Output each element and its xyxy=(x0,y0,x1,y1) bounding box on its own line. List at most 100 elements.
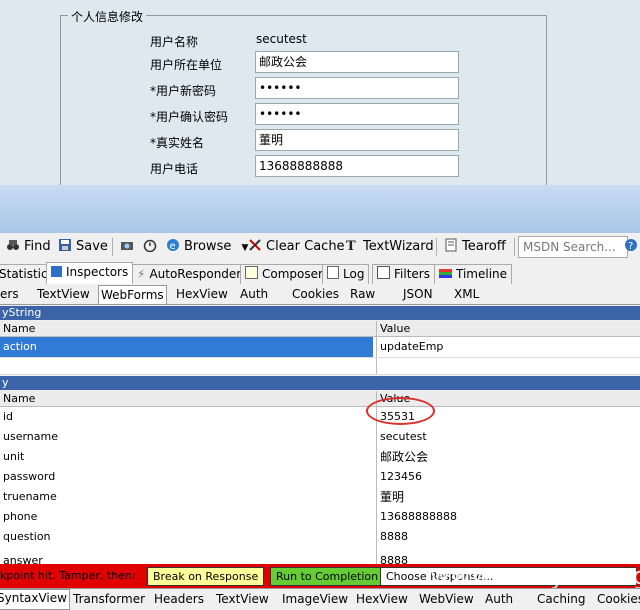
param-value[interactable]: 邮政公会 xyxy=(376,447,640,467)
param-value[interactable]: secutest xyxy=(376,427,640,447)
param-name[interactable]: answer xyxy=(0,547,373,564)
log-icon xyxy=(327,266,339,279)
browse-button[interactable]: e Browse ▼ xyxy=(166,234,248,260)
param-name[interactable]: phone xyxy=(0,507,373,527)
tearoff-icon xyxy=(445,238,457,252)
tab-imageview[interactable]: ImageView xyxy=(282,591,348,608)
tab-caching[interactable]: Caching xyxy=(537,591,586,608)
confirm-password-label: *用户确认密码 xyxy=(150,110,229,124)
main-tabs: Statistics Inspectors ⚡ AutoResponder Com… xyxy=(0,262,640,285)
screenshot-button[interactable] xyxy=(120,234,138,260)
querystring-col-name: Name xyxy=(3,322,36,335)
tab-webforms[interactable]: WebForms xyxy=(98,285,167,305)
truename-label: *真实姓名 xyxy=(150,136,205,150)
msdn-search-input[interactable]: MSDN Search... xyxy=(518,236,628,258)
unit-label: 用户所在单位 xyxy=(150,58,223,72)
tab-transformer[interactable]: Transformer xyxy=(73,591,145,608)
save-icon xyxy=(59,239,71,251)
table-row-empty[interactable] xyxy=(0,358,640,375)
tab-textview-response[interactable]: TextView xyxy=(216,591,269,608)
table-row[interactable]: password 123456 xyxy=(0,467,640,488)
tab-syntaxview[interactable]: SyntaxView xyxy=(0,589,70,610)
tab-timeline[interactable]: Timeline xyxy=(434,264,513,284)
toolbar-separator xyxy=(514,238,515,256)
param-name[interactable]: truename xyxy=(0,487,373,507)
timer-button[interactable] xyxy=(143,234,161,260)
breakpoint-message: kpoint hit. Tamper, then: xyxy=(0,569,136,582)
param-value[interactable]: 8888 xyxy=(376,527,640,547)
param-name[interactable]: username xyxy=(0,427,373,447)
break-on-response-button[interactable]: Break on Response xyxy=(147,567,265,586)
tab-autoresponder[interactable]: ⚡ AutoResponder xyxy=(132,264,247,284)
param-value[interactable]: updateEmp xyxy=(376,337,640,357)
param-name[interactable]: action xyxy=(0,337,373,357)
checkbox-icon[interactable] xyxy=(377,266,390,279)
body-col-name: Name xyxy=(3,392,36,405)
lightning-icon: ⚡ xyxy=(137,267,146,281)
new-password-label: *用户新密码 xyxy=(150,84,217,98)
save-button[interactable]: Save xyxy=(58,234,108,260)
tab-headers-response[interactable]: Headers xyxy=(154,591,204,608)
tab-xml[interactable]: XML xyxy=(454,285,479,303)
body-header: Name Value xyxy=(0,391,640,407)
svg-text:e: e xyxy=(170,241,176,252)
table-row[interactable]: id 35531 xyxy=(0,407,640,428)
param-name[interactable]: question xyxy=(0,527,373,547)
run-to-completion-button[interactable]: Run to Completion xyxy=(270,567,385,586)
tab-json[interactable]: JSON xyxy=(403,285,433,303)
param-value[interactable]: 董明 xyxy=(376,487,640,507)
tab-hexview-response[interactable]: HexView xyxy=(356,591,408,608)
camera-icon xyxy=(121,242,133,250)
tab-auth[interactable]: Auth xyxy=(240,285,268,303)
response-inspector-tabs: SyntaxView Transformer Headers TextView … xyxy=(0,588,640,610)
tab-filters[interactable]: Filters xyxy=(372,264,435,284)
tab-webview[interactable]: WebView xyxy=(419,591,474,608)
svg-text:T: T xyxy=(346,239,356,252)
body-section-title: y xyxy=(0,376,640,390)
form-row-confirm-password: *用户确认密码 •••••• xyxy=(150,103,460,125)
truename-input[interactable]: 董明 xyxy=(255,129,459,151)
tab-cookies[interactable]: Cookies xyxy=(292,285,339,303)
username-value: secutest xyxy=(256,32,307,46)
tab-composer[interactable]: Composer xyxy=(240,264,328,284)
inspectors-icon xyxy=(51,266,62,277)
tab-cookies-response[interactable]: Cookies xyxy=(597,591,640,608)
phone-input[interactable]: 13688888888 xyxy=(255,155,459,177)
tab-headers[interactable]: ers xyxy=(0,285,19,303)
param-value[interactable]: 13688888888 xyxy=(376,507,640,527)
table-row[interactable]: username secutest xyxy=(0,427,640,448)
param-name[interactable]: id xyxy=(0,407,373,427)
table-row[interactable]: phone 13688888888 xyxy=(0,507,640,528)
new-password-input[interactable]: •••••• xyxy=(255,77,459,99)
confirm-password-input[interactable]: •••••• xyxy=(255,103,459,125)
form-row-username: 用户名称 secutest xyxy=(150,30,460,52)
querystring-section-title: yString xyxy=(0,306,640,320)
help-button[interactable]: ? xyxy=(624,234,640,260)
tab-raw[interactable]: Raw xyxy=(350,285,375,303)
clear-cache-icon xyxy=(249,239,261,251)
help-icon: ? xyxy=(625,239,637,252)
request-inspector-tabs: ers TextView WebForms HexView Auth Cooki… xyxy=(0,284,640,305)
tab-log[interactable]: Log xyxy=(322,264,370,284)
tearoff-button[interactable]: Tearoff xyxy=(444,234,506,260)
table-row[interactable]: truename 董明 xyxy=(0,487,640,508)
querystring-col-value: Value xyxy=(376,321,640,336)
table-row[interactable]: question 8888 xyxy=(0,527,640,548)
textwizard-button[interactable]: T TextWizard xyxy=(345,234,434,260)
find-button[interactable]: Find xyxy=(6,234,51,260)
composer-icon xyxy=(245,266,258,279)
tab-hexview[interactable]: HexView xyxy=(176,285,228,303)
unit-input[interactable]: 邮政公会 xyxy=(255,51,459,73)
param-name[interactable]: password xyxy=(0,467,373,487)
table-row[interactable]: unit 邮政公会 xyxy=(0,447,640,468)
clear-cache-button[interactable]: Clear Cache xyxy=(248,234,345,260)
tab-inspectors[interactable]: Inspectors xyxy=(46,262,134,285)
param-value[interactable]: 123456 xyxy=(376,467,640,487)
param-name[interactable]: unit xyxy=(0,447,373,467)
tab-textview[interactable]: TextView xyxy=(37,285,90,303)
tab-auth-response[interactable]: Auth xyxy=(485,591,513,608)
param-value-empty[interactable] xyxy=(376,358,640,374)
form-legend: 个人信息修改 xyxy=(68,8,147,25)
param-name-empty[interactable] xyxy=(0,358,373,374)
table-row[interactable]: action updateEmp xyxy=(0,337,640,358)
